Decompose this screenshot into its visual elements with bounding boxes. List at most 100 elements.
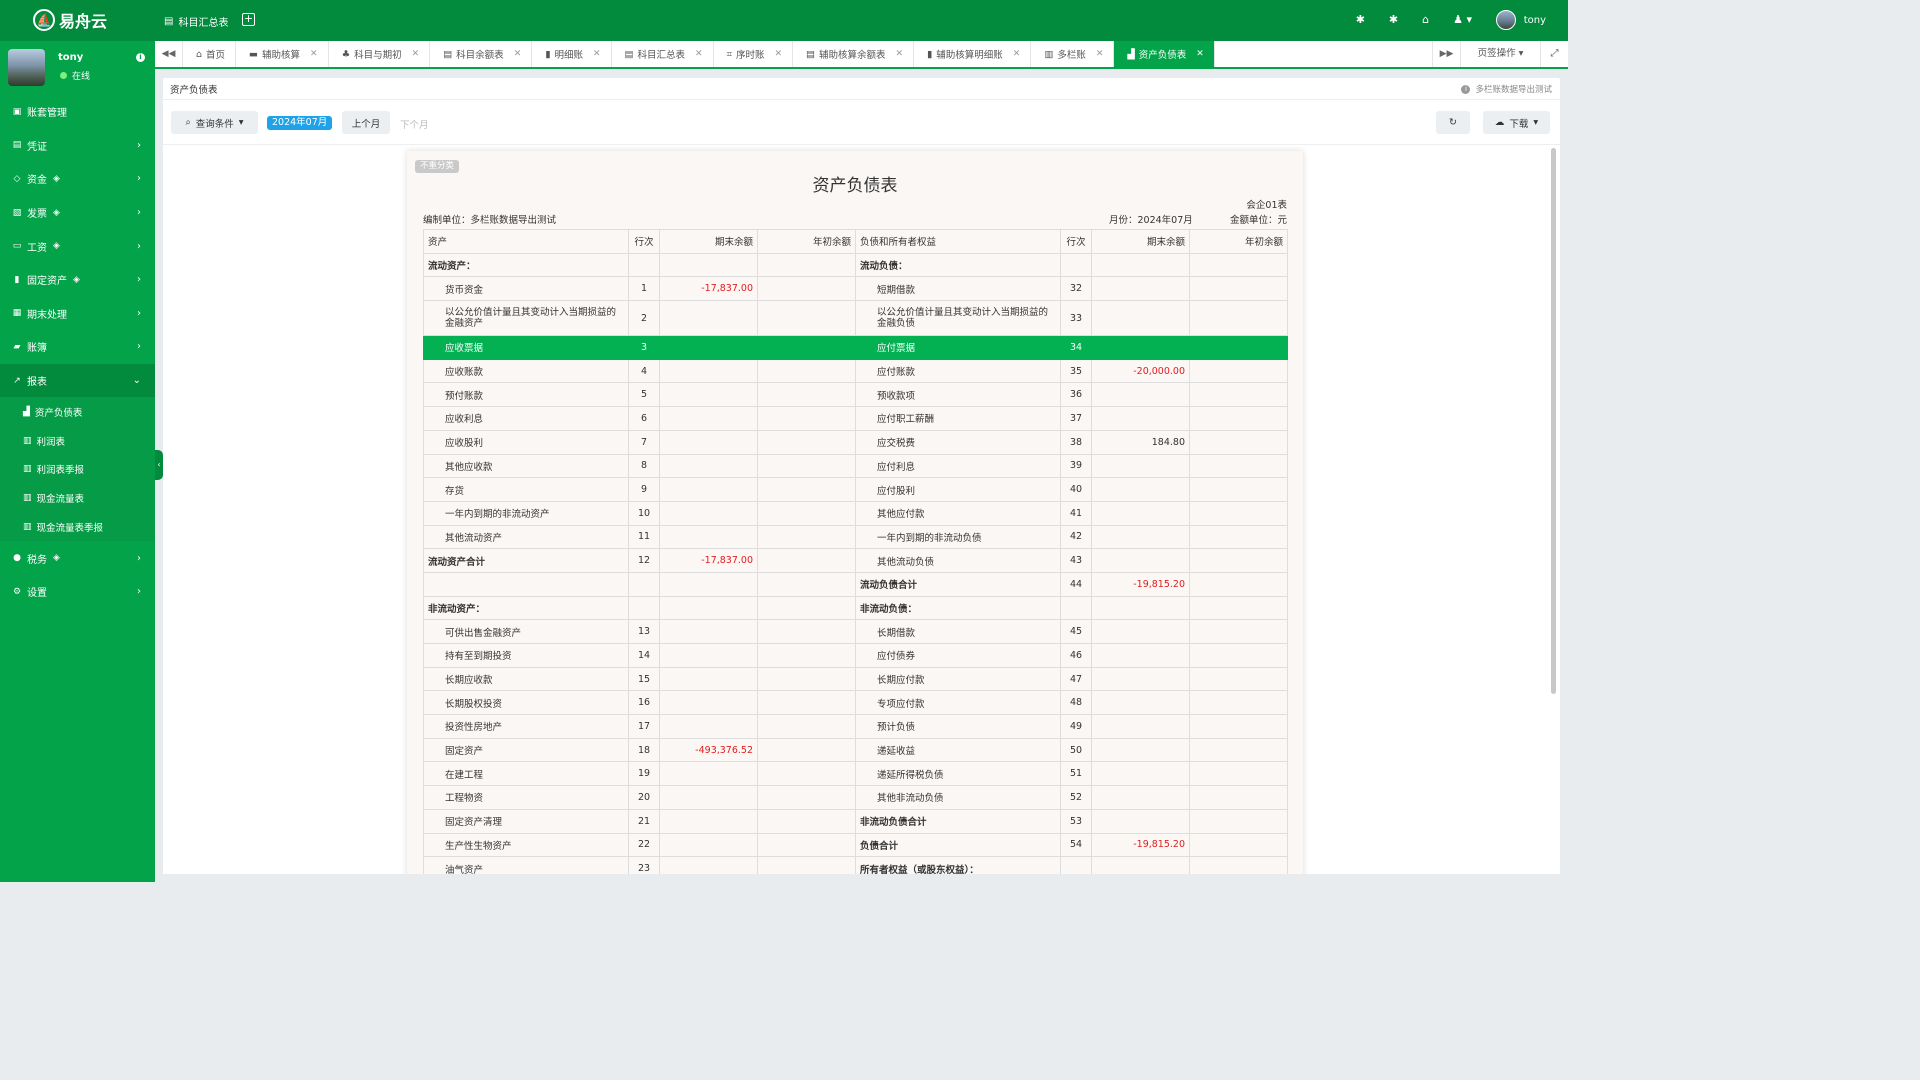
report-scroll-area[interactable]: 不重分类 资产负债表 会企01表 编制单位：多栏账数据导出测试 月份：2024年… — [163, 146, 1560, 874]
table-row[interactable]: 固定资产清理 21 非流动负债合计 53 — [423, 808, 1288, 834]
close-icon[interactable]: ✕ — [1013, 49, 1021, 59]
asset-line-no-cell: 18 — [628, 737, 660, 763]
table-row[interactable]: 预付账款 5 预收款项 36 — [423, 382, 1288, 408]
home-icon[interactable]: ⌂ — [1422, 13, 1429, 26]
submenu-label: 现金流量表季报 — [36, 522, 104, 534]
liability-line-no-cell: 39 — [1060, 453, 1092, 479]
table-row[interactable]: 长期应收款 15 长期应付款 47 — [423, 666, 1288, 692]
close-icon[interactable]: ✕ — [774, 49, 782, 59]
sidebar-item-salary[interactable]: ▭ 工资 ◈ › — [0, 229, 155, 263]
tab-account-balance[interactable]: ▤ 科目余额表 ✕ — [430, 41, 533, 67]
top-breadcrumb[interactable]: ▤ 科目汇总表 — [164, 14, 228, 29]
vertical-scrollbar[interactable] — [1551, 148, 1556, 694]
close-icon[interactable]: ✕ — [695, 49, 703, 59]
asset-line-no-cell: 6 — [628, 406, 660, 431]
tab-label: 首页 — [206, 50, 226, 61]
sidebar-item-reports[interactable]: ↗ 报表 ⌄ — [0, 363, 155, 398]
bug-icon[interactable]: ✱ — [1356, 13, 1365, 26]
table-row[interactable]: 应收票据 3 应付票据 34 — [423, 335, 1288, 360]
app-logo[interactable]: ⛵ 易舟云 — [33, 8, 107, 32]
table-row[interactable]: 存货 9 应付股利 40 — [423, 477, 1288, 502]
tab-scroll-left-icon[interactable]: ◀◀ — [155, 41, 183, 67]
table-row[interactable]: 应收股利 7 应交税费 38 184.80 — [423, 429, 1288, 455]
sidebar-item-tax[interactable]: ● 税务 ◈ › — [0, 541, 155, 575]
table-row[interactable]: 固定资产 18 -493,376.52 递延收益 50 — [423, 737, 1288, 763]
table-row[interactable]: 流动负债合计 44 -19,815.20 — [423, 571, 1288, 597]
table-row[interactable]: 货币资金 1 -17,837.00 短期借款 32 — [423, 276, 1288, 302]
tab-scroll-right-icon[interactable]: ▶▶ — [1432, 41, 1460, 67]
table-row[interactable]: 可供出售金融资产 13 长期借款 45 — [423, 619, 1288, 644]
info-icon[interactable]: i — [136, 53, 145, 62]
next-month-button[interactable]: 下个月 — [400, 117, 429, 131]
table-row[interactable]: 长期股权投资 16 专项应付款 48 — [423, 690, 1288, 716]
table-row[interactable]: 以公允价值计量且其变动计入当期损益的金融资产 2 以公允价值计量且其变动计入当期损益… — [423, 300, 1288, 337]
sidebar-item-account-sets[interactable]: ▣ 账套管理 — [0, 95, 155, 129]
account-set-name: 多栏账数据导出测试 — [1475, 85, 1552, 95]
table-row[interactable]: 其他应收款 8 应付利息 39 — [423, 453, 1288, 479]
table-row[interactable]: 在建工程 19 递延所得税负债 51 — [423, 761, 1288, 787]
tab-operations-dropdown[interactable]: 页签操作 ▾ — [1460, 41, 1540, 67]
tab-label: 明细账 — [554, 50, 583, 61]
download-button[interactable]: ☁ 下载 ▾ — [1483, 111, 1550, 134]
sidebar-item-invoice[interactable]: ▧ 发票 ◈ › — [0, 196, 155, 230]
user-menu-icon[interactable]: ♟ ▾ — [1453, 13, 1472, 26]
table-row[interactable]: 其他流动资产 11 一年内到期的非流动负债 42 — [423, 524, 1288, 550]
table-row[interactable]: 流动资产合计 12 -17,837.00 其他流动负债 43 — [423, 548, 1288, 573]
table-row[interactable]: 持有至到期投资 14 应付债券 46 — [423, 643, 1288, 668]
sidebar-item-balance-sheet[interactable]: ▟ 资产负债表 — [0, 397, 155, 426]
tab-auxiliary[interactable]: ▬ 辅助核算 ✕ — [236, 41, 329, 67]
tab-home[interactable]: ⌂ 首页 — [183, 41, 237, 67]
asset-name-cell: 应收账款 — [423, 358, 629, 384]
close-icon[interactable]: ✕ — [1196, 49, 1204, 59]
table-row[interactable]: 流动资产： 流动负债： — [423, 252, 1288, 278]
bug-alt-icon[interactable]: ✱ — [1389, 13, 1398, 26]
tab-multi-column[interactable]: ▥ 多栏账 ✕ — [1031, 41, 1115, 67]
close-icon[interactable]: ✕ — [1096, 49, 1104, 59]
close-icon[interactable]: ✕ — [896, 49, 904, 59]
table-row[interactable]: 应收账款 4 应付账款 35 -20,000.00 — [423, 358, 1288, 384]
sidebar-item-settings[interactable]: ⚙ 设置 › — [0, 575, 155, 609]
sidebar-item-cash-flow-quarterly[interactable]: ▥ 现金流量表季报 — [0, 513, 155, 542]
tab-accounts-opening[interactable]: ♣ 科目与期初 ✕ — [329, 41, 431, 67]
table-row[interactable]: 油气资产 23 所有者权益（或股东权益）： — [423, 856, 1288, 874]
liability-ending-balance-cell — [1091, 785, 1190, 810]
table-row[interactable]: 投资性房地产 17 预计负债 49 — [423, 714, 1288, 739]
sidebar-collapse-handle[interactable]: ‹ — [155, 450, 163, 480]
tab-detail-ledger[interactable]: ▮ 明细账 ✕ — [532, 41, 612, 67]
sidebar-item-income-statement[interactable]: ▥ 利润表 — [0, 426, 155, 455]
diamond-icon: ◈ — [53, 207, 60, 218]
query-conditions-button[interactable]: ⌕ 查询条件 ▾ — [171, 111, 258, 134]
sidebar-item-fixed-assets[interactable]: ▮ 固定资产 ◈ › — [0, 263, 155, 297]
amount-unit: 金额单位：元 — [1229, 215, 1287, 226]
sidebar-item-voucher[interactable]: ▤ 凭证 › — [0, 129, 155, 163]
add-tab-icon[interactable]: + — [242, 13, 255, 26]
refresh-button[interactable]: ↻ — [1436, 111, 1470, 134]
tab-aux-balance[interactable]: ▤ 辅助核算余额表 ✕ — [793, 41, 915, 67]
tab-account-summary[interactable]: ▤ 科目汇总表 ✕ — [612, 41, 714, 67]
close-icon[interactable]: ✕ — [310, 49, 318, 59]
asset-line-no-cell: 5 — [628, 382, 660, 408]
close-icon[interactable]: ✕ — [593, 49, 601, 59]
table-row[interactable]: 应收利息 6 应付职工薪酬 37 — [423, 406, 1288, 431]
sidebar-item-ledgers[interactable]: ▰ 账簿 › — [0, 330, 155, 364]
tab-balance-sheet[interactable]: ▟ 资产负债表 ✕ — [1114, 41, 1215, 67]
sidebar-item-funds[interactable]: ◇ 资金 ◈ › — [0, 162, 155, 196]
asset-opening-balance-cell — [757, 548, 856, 573]
tab-journal[interactable]: ⌗ 序时账 ✕ — [714, 41, 793, 67]
sidebar-item-cash-flow[interactable]: ▥ 现金流量表 — [0, 484, 155, 513]
tab-aux-detail[interactable]: ▮ 辅助核算明细账 ✕ — [914, 41, 1032, 67]
table-row[interactable]: 工程物资 20 其他非流动负债 52 — [423, 785, 1288, 810]
table-row[interactable]: 非流动资产： 非流动负债： — [423, 595, 1288, 621]
sidebar-item-income-quarterly[interactable]: ▥ 利润表季报 — [0, 455, 155, 484]
close-icon[interactable]: ✕ — [412, 49, 420, 59]
previous-month-button[interactable]: 上个月 — [342, 111, 390, 134]
top-user[interactable]: tony — [1495, 10, 1546, 30]
fullscreen-icon[interactable]: ⤢ — [1540, 41, 1568, 67]
table-row[interactable]: 生产性生物资产 22 负债合计 54 -19,815.20 — [423, 832, 1288, 858]
sidebar-item-period-end[interactable]: ▦ 期末处理 › — [0, 297, 155, 331]
bar-chart-icon: ▥ — [23, 521, 32, 532]
table-row[interactable]: 一年内到期的非流动资产 10 其他应付款 41 — [423, 500, 1288, 526]
liability-ending-balance-cell: -19,815.20 — [1091, 832, 1190, 858]
close-icon[interactable]: ✕ — [514, 49, 522, 59]
liability-ending-balance-cell — [1091, 761, 1190, 787]
